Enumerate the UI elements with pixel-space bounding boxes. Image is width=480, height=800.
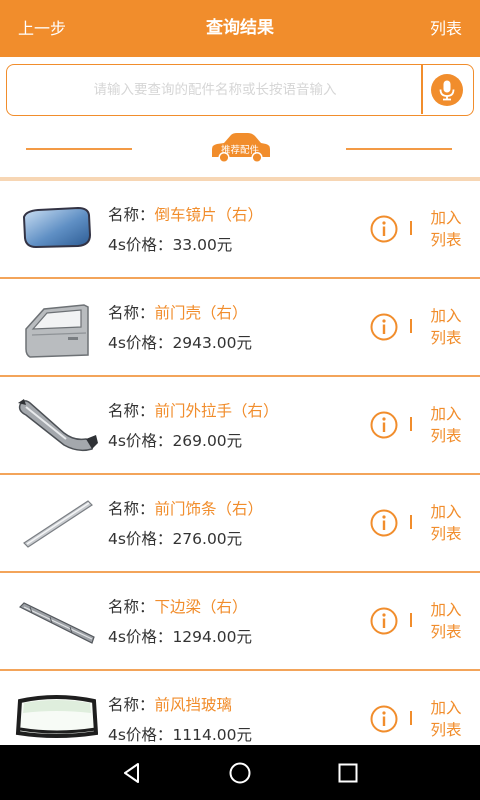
price-label: 4s价格： [108, 628, 173, 646]
list-item[interactable]: 名称：倒车镜片（右） 4s价格：33.00元 加入列表 [0, 181, 480, 279]
add-label-line2: 列表 [430, 623, 462, 641]
price-label: 4s价格： [108, 334, 173, 352]
list-item[interactable]: 名称：前门外拉手（右） 4s价格：269.00元 加入列表 [0, 377, 480, 475]
add-label-line2: 列表 [430, 525, 462, 543]
parts-list: 名称：倒车镜片（右） 4s价格：33.00元 加入 列表 名称：前门壳（右） 4s… [0, 181, 480, 769]
add-to-list-button[interactable]: 加入 列表 [424, 305, 468, 349]
top-bar: 上一步 查询结果 列表 [0, 0, 480, 57]
recommend-divider-left [26, 148, 132, 150]
part-price-row: 4s价格：1114.00元 [108, 723, 252, 745]
action-separator [410, 711, 412, 725]
name-label: 名称： [108, 500, 155, 518]
system-nav-bar [0, 745, 480, 800]
info-icon[interactable] [370, 705, 398, 733]
list-item[interactable]: 名称：前门壳（右） 4s价格：2943.00元 加入列表 [0, 279, 480, 377]
add-label-line2: 列表 [430, 329, 462, 347]
part-name: 前门外拉手（右） [154, 402, 279, 420]
add-to-list-button[interactable]: 加入 列表 [424, 697, 468, 741]
part-price: 2943.00元 [172, 334, 253, 352]
recommend-label: 推荐配件 [220, 145, 259, 156]
add-label-line1: 加入 [430, 209, 462, 227]
part-price: 1294.00元 [172, 628, 253, 646]
door-handle-image [14, 389, 98, 459]
add-label-line2: 列表 [430, 721, 462, 739]
name-label: 名称： [108, 402, 155, 420]
add-label-line2: 列表 [430, 427, 462, 445]
name-label: 名称： [108, 598, 155, 616]
info-icon[interactable] [370, 411, 398, 439]
part-name: 前门饰条（右） [154, 500, 264, 518]
part-name-row: 名称：前门饰条（右） [108, 497, 263, 519]
add-to-list-button[interactable]: 加入 列表 [424, 599, 468, 643]
part-name: 倒车镜片（右） [154, 206, 264, 224]
part-name-row: 名称：前门壳（右） [108, 301, 248, 323]
add-label-line1: 加入 [430, 307, 462, 325]
add-label-line1: 加入 [430, 405, 462, 423]
part-name: 前风挡玻璃 [154, 696, 233, 714]
add-to-list-button[interactable]: 加入 列表 [424, 501, 468, 545]
part-name-row: 名称：下边梁（右） [108, 595, 248, 617]
action-separator [410, 417, 412, 431]
page-title: 查询结果 [206, 18, 274, 38]
search-divider [421, 65, 423, 114]
add-label-line2: 列表 [430, 231, 462, 249]
info-icon[interactable] [370, 215, 398, 243]
front-door-shell-image [14, 291, 98, 361]
list-item[interactable]: 名称：前门饰条（右） 4s价格：276.00元 加入列表 [0, 475, 480, 573]
app-screen: 上一步 查询结果 列表 推荐配件 [0, 0, 480, 800]
info-icon[interactable] [370, 509, 398, 537]
price-label: 4s价格： [108, 530, 173, 548]
part-name-row: 名称：倒车镜片（右） [108, 203, 263, 225]
side-sill-image [14, 585, 98, 655]
list-button[interactable]: 列表 [430, 0, 462, 57]
action-separator [410, 319, 412, 333]
part-price: 1114.00元 [172, 726, 253, 744]
action-separator [410, 221, 412, 235]
search-input[interactable] [15, 65, 415, 114]
add-to-list-button[interactable]: 加入 列表 [424, 207, 468, 251]
door-trim-strip-image [14, 487, 98, 557]
part-price-row: 4s价格：269.00元 [108, 429, 242, 451]
nav-recents-icon[interactable] [334, 759, 362, 787]
nav-back-icon[interactable] [118, 759, 146, 787]
info-icon[interactable] [370, 313, 398, 341]
part-price-row: 4s价格：33.00元 [108, 233, 232, 255]
name-label: 名称： [108, 206, 155, 224]
name-label: 名称： [108, 304, 155, 322]
price-label: 4s价格： [108, 236, 173, 254]
part-price: 276.00元 [172, 530, 243, 548]
microphone-icon[interactable] [430, 73, 464, 107]
add-label-line1: 加入 [430, 601, 462, 619]
part-name-row: 名称：前门外拉手（右） [108, 399, 279, 421]
action-separator [410, 613, 412, 627]
search-bar [6, 64, 474, 116]
add-label-line1: 加入 [430, 503, 462, 521]
part-price-row: 4s价格：276.00元 [108, 527, 242, 549]
part-name-row: 名称：前风挡玻璃 [108, 693, 232, 715]
price-label: 4s价格： [108, 726, 173, 744]
nav-home-icon[interactable] [226, 759, 254, 787]
windshield-image [14, 683, 99, 753]
part-price: 33.00元 [172, 236, 233, 254]
list-item[interactable]: 名称：下边梁（右） 4s价格：1294.00元 加入列表 [0, 573, 480, 671]
part-price-row: 4s价格：2943.00元 [108, 331, 252, 353]
add-to-list-button[interactable]: 加入 列表 [424, 403, 468, 447]
part-name: 下边梁（右） [154, 598, 248, 616]
part-price-row: 4s价格：1294.00元 [108, 625, 252, 647]
name-label: 名称： [108, 696, 155, 714]
back-button[interactable]: 上一步 [18, 0, 66, 57]
part-price: 269.00元 [172, 432, 243, 450]
mirror-glass-image [14, 193, 98, 263]
price-label: 4s价格： [108, 432, 173, 450]
info-icon[interactable] [370, 607, 398, 635]
add-label-line1: 加入 [430, 699, 462, 717]
recommend-badge: 推荐配件 [208, 130, 272, 164]
recommend-divider-right [346, 148, 452, 150]
action-separator [410, 515, 412, 529]
part-name: 前门壳（右） [154, 304, 248, 322]
